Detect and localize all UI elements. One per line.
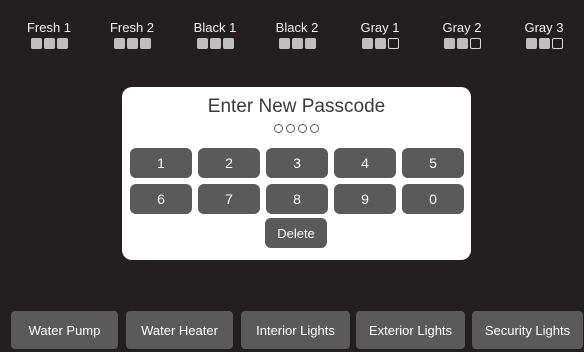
tank-label: Fresh 2 — [109, 20, 155, 35]
passcode-digit-dot — [310, 124, 319, 133]
level-cell — [374, 38, 386, 49]
passcode-dialog: Enter New Passcode 1 2 3 4 5 6 7 8 9 0 D… — [122, 87, 471, 260]
level-cell — [278, 38, 290, 49]
water-heater-button[interactable]: Water Heater — [126, 311, 233, 349]
numeric-keypad: 1 2 3 4 5 6 7 8 9 0 — [130, 148, 464, 214]
tank-black-2: Black 2 — [269, 20, 325, 49]
tank-fresh-1: Fresh 1 — [21, 20, 77, 49]
dialog-title: Enter New Passcode — [207, 96, 386, 117]
passcode-indicator — [122, 124, 471, 133]
key-2-button[interactable]: 2 — [198, 148, 260, 178]
level-cell — [443, 38, 455, 49]
security-lights-button[interactable]: Security Lights — [472, 311, 583, 349]
tank-label: Gray 2 — [442, 20, 482, 35]
level-cell — [304, 38, 316, 49]
delete-button[interactable]: Delete — [265, 218, 327, 248]
tank-label: Black 2 — [275, 20, 319, 35]
level-cell — [139, 38, 151, 49]
tank-gray-3: Gray 3 — [516, 20, 572, 49]
level-cell — [525, 38, 537, 49]
level-cell-empty — [469, 38, 481, 49]
tank-gray-1: Gray 1 — [352, 20, 408, 49]
key-9-button[interactable]: 9 — [334, 184, 396, 214]
level-cell — [222, 38, 234, 49]
tank-gray-2: Gray 2 — [434, 20, 490, 49]
level-cell — [209, 38, 221, 49]
level-cell — [361, 38, 373, 49]
key-4-button[interactable]: 4 — [334, 148, 396, 178]
level-cell — [456, 38, 468, 49]
key-3-button[interactable]: 3 — [266, 148, 328, 178]
tank-level-indicator — [21, 38, 77, 49]
level-cell — [113, 38, 125, 49]
interior-lights-button[interactable]: Interior Lights — [241, 311, 350, 349]
key-0-button[interactable]: 0 — [402, 184, 464, 214]
tank-level-indicator — [352, 38, 408, 49]
key-5-button[interactable]: 5 — [402, 148, 464, 178]
tank-level-indicator — [516, 38, 572, 49]
level-cell — [291, 38, 303, 49]
level-cell — [30, 38, 42, 49]
key-8-button[interactable]: 8 — [266, 184, 328, 214]
tank-status-bar: Fresh 1 Fresh 2 Black 1 Black 2 Gray 1 G… — [0, 20, 584, 54]
key-1-button[interactable]: 1 — [130, 148, 192, 178]
water-pump-button[interactable]: Water Pump — [11, 311, 118, 349]
passcode-digit-dot — [286, 124, 295, 133]
tank-label: Fresh 1 — [26, 20, 72, 35]
level-cell-empty — [387, 38, 399, 49]
level-cell — [43, 38, 55, 49]
tank-black-1: Black 1 — [187, 20, 243, 49]
level-cell — [196, 38, 208, 49]
level-cell — [126, 38, 138, 49]
tank-level-indicator — [269, 38, 325, 49]
tank-label: Black 1 — [193, 20, 237, 35]
key-7-button[interactable]: 7 — [198, 184, 260, 214]
tank-label: Gray 1 — [360, 20, 400, 35]
key-6-button[interactable]: 6 — [130, 184, 192, 214]
level-cell — [538, 38, 550, 49]
tank-level-indicator — [104, 38, 160, 49]
level-cell-empty — [551, 38, 563, 49]
level-cell — [56, 38, 68, 49]
bottom-control-bar: Water Pump Water Heater Interior Lights … — [11, 311, 583, 349]
tank-level-indicator — [434, 38, 490, 49]
exterior-lights-button[interactable]: Exterior Lights — [356, 311, 465, 349]
tank-label: Gray 3 — [524, 20, 564, 35]
tank-level-indicator — [187, 38, 243, 49]
passcode-digit-dot — [298, 124, 307, 133]
tank-fresh-2: Fresh 2 — [104, 20, 160, 49]
passcode-digit-dot — [274, 124, 283, 133]
